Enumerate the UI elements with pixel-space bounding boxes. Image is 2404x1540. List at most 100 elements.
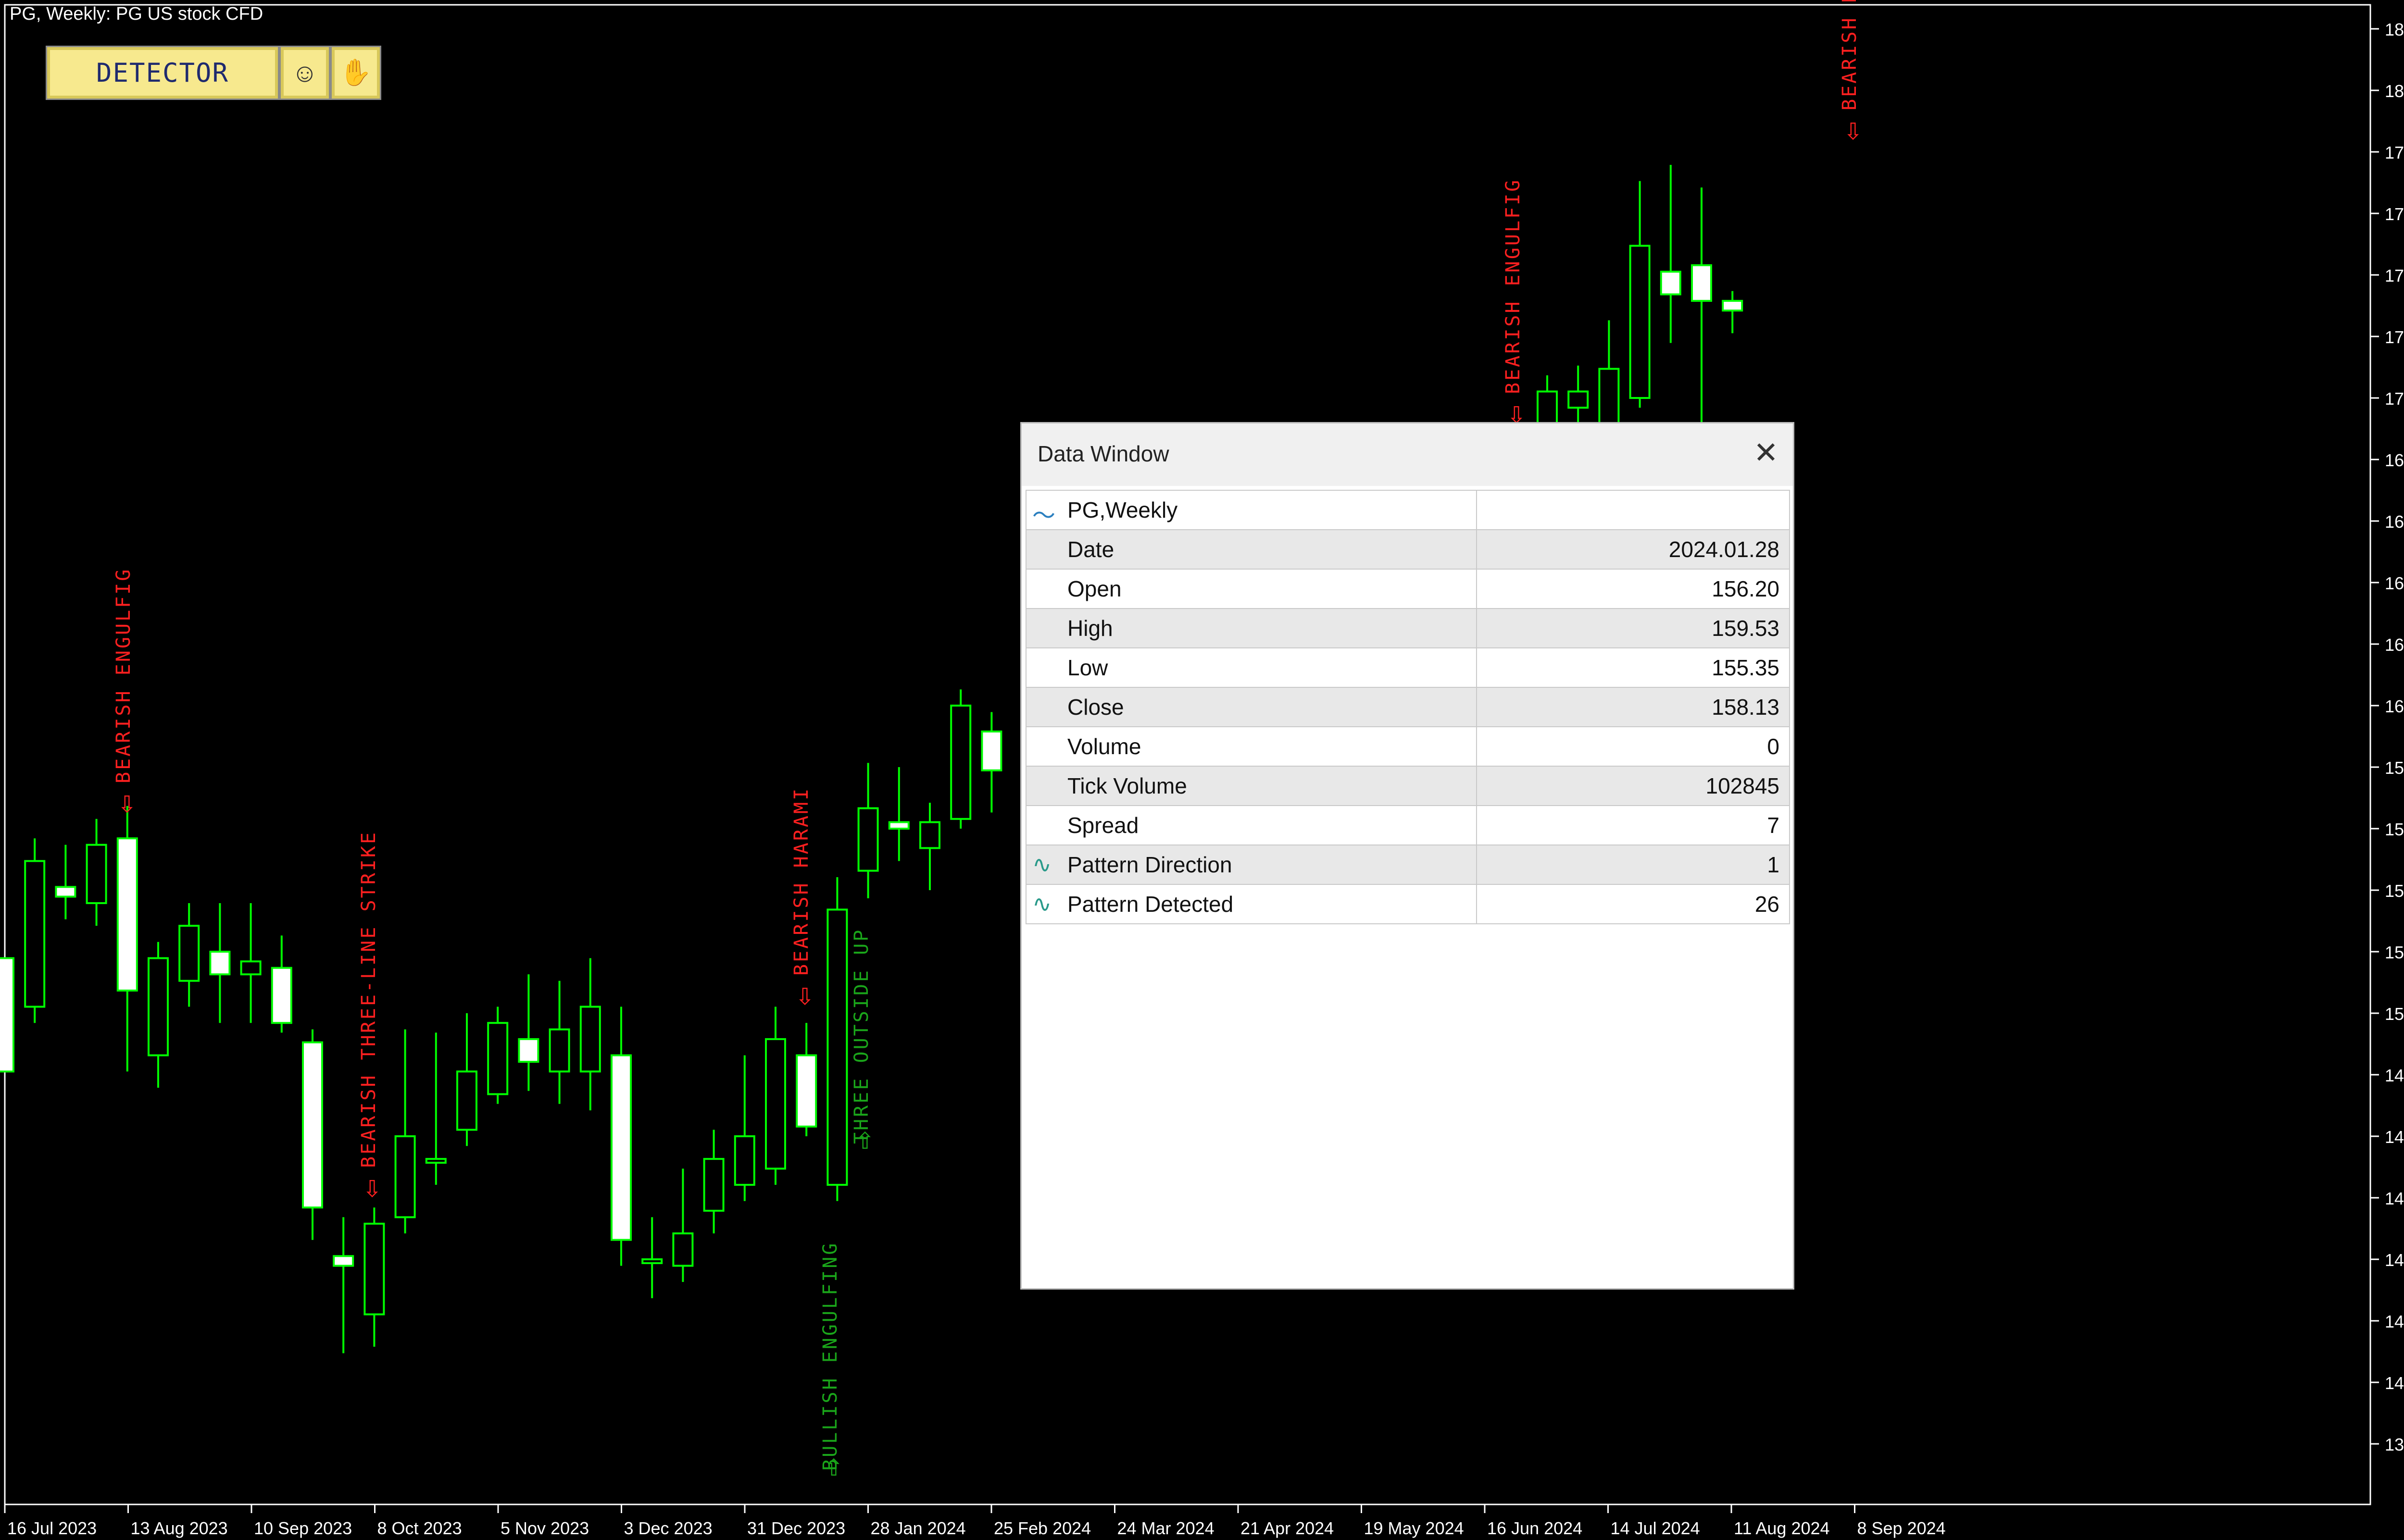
pattern-label: BULLISH ENGULFING [819,1242,841,1471]
hand-icon[interactable]: ✋ [330,46,381,100]
candle-body [394,1135,416,1218]
time-label: 19 May 2024 [1364,1518,1464,1538]
candle-body [487,1022,509,1095]
price-label: 178.40 [2385,143,2404,162]
row-name-cell: ∿ Pattern Detected [1026,884,1477,924]
data-window-header[interactable]: Data Window ✕ [1022,423,1793,486]
candle-body [302,1041,323,1209]
time-label: 21 Apr 2024 [1240,1518,1334,1538]
candle-body [425,1158,447,1164]
candle-body [734,1135,755,1186]
data-window-title: Data Window [1038,441,1169,466]
row-value [1476,490,1790,530]
price-label: 170.80 [2385,389,2404,409]
price-label: 176.50 [2385,204,2404,224]
candle-body [209,951,231,976]
data-window-row: Volume 0 [1026,726,1790,767]
candle-body [24,860,46,1008]
smiley-icon[interactable]: ☺ [279,46,330,100]
price-label: 174.60 [2385,266,2404,286]
data-window-row: Close 158.13 [1026,687,1790,727]
candle-body [796,1054,817,1128]
row-value: 26 [1476,884,1790,924]
data-window-row: High 159.53 [1026,608,1790,648]
row-name-cell: 〜 PG,Weekly [1026,490,1477,530]
candle-body [1660,271,1681,296]
data-window-row: Spread 7 [1026,805,1790,845]
candle-body [888,821,910,830]
row-name: Volume [1067,734,1141,759]
candle-body [55,886,76,898]
candle-body [116,837,138,992]
row-name: Spread [1067,813,1139,838]
time-label: 14 Jul 2024 [1611,1518,1700,1538]
candle-body [0,957,14,1073]
down-arrow-icon: ⇩ [795,983,814,1010]
row-value: 155.35 [1476,647,1790,688]
row-value: 2024.01.28 [1476,529,1790,570]
row-name-cell: Spread [1026,805,1477,845]
candle-body [178,925,200,982]
pattern-label: BEARISH H [1839,0,1861,111]
price-label: 151.80 [2385,1004,2404,1024]
down-arrow-icon: ⇩ [1843,118,1863,145]
data-window-row: Tick Volume 102845 [1026,766,1790,806]
candle-body [611,1054,632,1241]
time-label: 25 Feb 2024 [994,1518,1091,1538]
row-name: PG,Weekly [1067,497,1178,522]
candle-body [86,844,107,904]
candle-body [672,1232,694,1267]
candle-body [981,730,1002,771]
candle-body [363,1222,385,1316]
time-label: 16 Jul 2023 [7,1518,97,1538]
down-arrow-icon: ⇩ [363,1176,382,1203]
row-name-cell: Open [1026,569,1477,609]
detector-button[interactable]: DETECTOR [46,46,279,100]
row-name-cell: Date [1026,529,1477,570]
detector-panel: DETECTOR ☺ ✋ [46,46,381,100]
candle-body [240,960,262,976]
pattern-label: BEARISH ENGULFIG [1502,178,1524,394]
time-label: 8 Oct 2023 [377,1518,462,1538]
data-window-row: 〜 PG,Weekly [1026,490,1790,530]
price-label: 159.40 [2385,758,2404,778]
price-label: 161.30 [2385,696,2404,716]
row-name: Pattern Direction [1067,852,1232,877]
chart-line-icon: 〜 [1032,503,1056,529]
price-label: 153.70 [2385,943,2404,962]
candle-body [456,1070,477,1131]
price-label: 142.30 [2385,1312,2404,1331]
up-arrow-icon: ⇧ [824,1454,843,1481]
row-value: 0 [1476,726,1790,767]
candle-body [148,957,169,1056]
row-name-cell: Volume [1026,726,1477,767]
price-label: 140.40 [2385,1373,2404,1393]
data-window-row: ∿ Pattern Direction 1 [1026,845,1790,885]
price-label: 148.00 [2385,1127,2404,1147]
row-name-cell: Close [1026,687,1477,727]
row-value: 102845 [1476,766,1790,806]
price-label: 149.90 [2385,1066,2404,1085]
price-label: 146.10 [2385,1189,2404,1208]
candle-body [1629,245,1651,399]
candle-body [549,1028,570,1073]
data-window-row: Low 155.35 [1026,647,1790,688]
candle-body [950,705,972,820]
row-name-cell: High [1026,608,1477,648]
row-name: Open [1067,576,1122,601]
row-value: 156.20 [1476,569,1790,609]
close-icon[interactable]: ✕ [1753,435,1778,470]
candle-body [919,821,940,849]
time-label: 10 Sep 2023 [254,1518,352,1538]
up-arrow-icon: ⇧ [855,1128,875,1155]
row-name: Pattern Detected [1067,892,1234,917]
time-label: 31 Dec 2023 [747,1518,845,1538]
time-label: 3 Dec 2023 [624,1518,713,1538]
price-label: 157.50 [2385,820,2404,839]
candle-body [1567,390,1589,409]
candle-body [579,1006,601,1073]
row-name-cell: ∿ Pattern Direction [1026,845,1477,885]
row-name: Low [1067,655,1108,680]
time-label: 16 Jun 2024 [1487,1518,1582,1538]
indicator-icon: ∿ [1032,892,1052,917]
